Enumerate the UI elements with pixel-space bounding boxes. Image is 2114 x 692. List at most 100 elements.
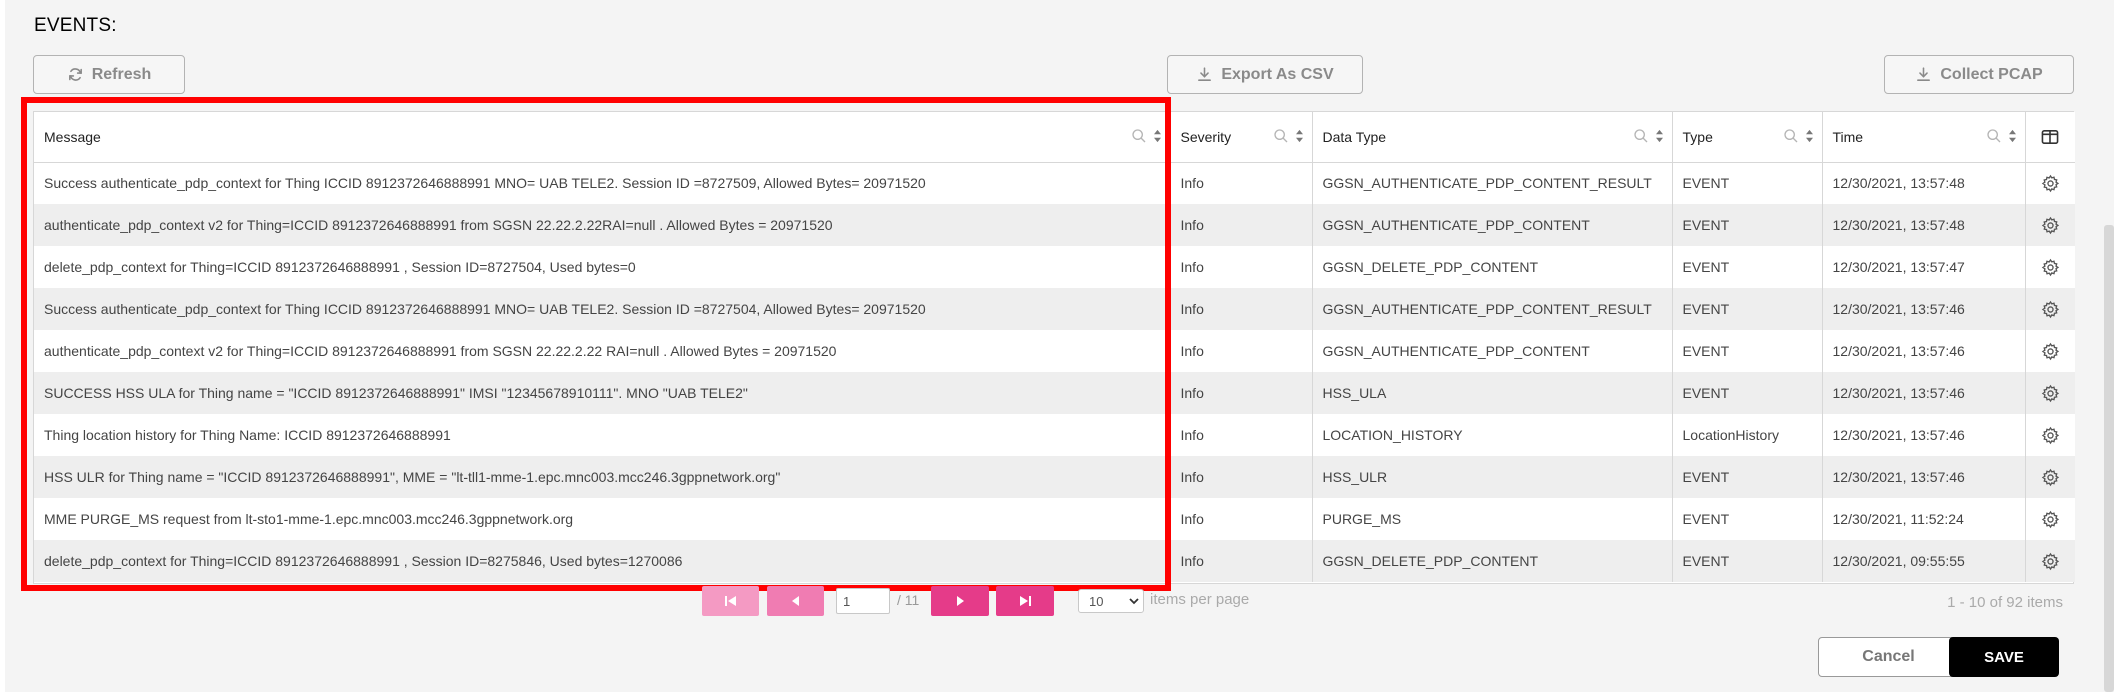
table-row[interactable]: MME PURGE_MS request from lt-sto1-mme-1.… <box>34 498 2075 540</box>
cell-severity: Info <box>1170 288 1313 330</box>
page-scrollbar[interactable] <box>2104 225 2114 692</box>
export-csv-button[interactable]: Export As CSV <box>1167 55 1363 94</box>
per-page-label: items per page <box>1150 591 1250 608</box>
cell-type: EVENT <box>1672 246 1823 288</box>
next-page-icon <box>957 596 964 606</box>
cell-severity: Info <box>1170 372 1313 414</box>
row-settings-button[interactable] <box>2025 372 2075 414</box>
events-table: Message Severity Data Type Type Time Suc… <box>34 112 2075 582</box>
cell-type: EVENT <box>1672 330 1823 372</box>
cell-time: 12/30/2021, 13:57:47 <box>1822 246 2026 288</box>
gear-icon <box>2041 342 2059 360</box>
save-button[interactable]: SAVE <box>1949 637 2059 677</box>
table-row[interactable]: SUCCESS HSS ULA for Thing name = "ICCID … <box>34 372 2075 414</box>
table-row[interactable]: HSS ULR for Thing name = "ICCID 89123726… <box>34 456 2075 498</box>
refresh-button[interactable]: Refresh <box>33 55 185 94</box>
cell-data-type: GGSN_DELETE_PDP_CONTENT <box>1312 540 1673 582</box>
cell-type: EVENT <box>1672 540 1823 582</box>
table-header-row: Message Severity Data Type Type Time <box>34 112 2075 163</box>
cell-severity: Info <box>1170 246 1313 288</box>
cell-severity: Info <box>1170 162 1313 204</box>
cancel-button[interactable]: Cancel <box>1818 637 1959 677</box>
cell-data-type: GGSN_AUTHENTICATE_PDP_CONTENT_RESULT <box>1312 288 1673 330</box>
cell-severity: Info <box>1170 204 1313 246</box>
gear-icon <box>2041 300 2059 318</box>
search-icon[interactable] <box>1273 128 1289 144</box>
column-header-time[interactable]: Time <box>1822 112 2026 163</box>
sort-icon[interactable] <box>1805 129 1814 143</box>
row-settings-button[interactable] <box>2025 414 2075 456</box>
cell-severity: Info <box>1170 330 1313 372</box>
table-row[interactable]: Success authenticate_pdp_context for Thi… <box>34 288 2075 330</box>
cell-data-type: GGSN_AUTHENTICATE_PDP_CONTENT <box>1312 204 1673 246</box>
columns-icon[interactable] <box>2041 129 2059 145</box>
table-row[interactable]: authenticate_pdp_context v2 for Thing=IC… <box>34 204 2075 246</box>
cell-data-type: GGSN_DELETE_PDP_CONTENT <box>1312 246 1673 288</box>
sort-icon[interactable] <box>1655 129 1664 143</box>
row-settings-button[interactable] <box>2025 246 2075 288</box>
events-grid: Message Severity Data Type Type Time Suc… <box>33 111 2075 584</box>
cell-type: EVENT <box>1672 288 1823 330</box>
cell-data-type: HSS_ULA <box>1312 372 1673 414</box>
row-settings-button[interactable] <box>2025 288 2075 330</box>
per-page-select[interactable]: 10 <box>1078 589 1144 613</box>
table-row[interactable]: delete_pdp_context for Thing=ICCID 89123… <box>34 540 2075 582</box>
table-row[interactable]: Success authenticate_pdp_context for Thi… <box>34 162 2075 204</box>
cell-data-type: LOCATION_HISTORY <box>1312 414 1673 456</box>
download-icon <box>1198 67 1212 81</box>
row-settings-button[interactable] <box>2025 498 2075 540</box>
items-summary: 1 - 10 of 92 items <box>1947 594 2063 611</box>
column-chooser[interactable] <box>2025 112 2075 163</box>
refresh-label: Refresh <box>91 65 152 83</box>
table-row[interactable]: delete_pdp_context for Thing=ICCID 89123… <box>34 246 2075 288</box>
first-page-button[interactable] <box>702 586 759 616</box>
prev-page-button[interactable] <box>767 586 824 616</box>
search-icon[interactable] <box>1986 128 2002 144</box>
gear-icon <box>2041 384 2059 402</box>
cell-message: delete_pdp_context for Thing=ICCID 89123… <box>34 246 1171 288</box>
cell-severity: Info <box>1170 498 1313 540</box>
table-body: Success authenticate_pdp_context for Thi… <box>34 162 2075 582</box>
sort-icon[interactable] <box>1153 129 1162 143</box>
search-icon[interactable] <box>1783 128 1799 144</box>
table-row[interactable]: authenticate_pdp_context v2 for Thing=IC… <box>34 330 2075 372</box>
cell-time: 12/30/2021, 13:57:46 <box>1822 414 2026 456</box>
cell-data-type: GGSN_AUTHENTICATE_PDP_CONTENT_RESULT <box>1312 162 1673 204</box>
sort-icon[interactable] <box>2008 129 2017 143</box>
last-page-button[interactable] <box>996 586 1054 616</box>
export-label: Export As CSV <box>1221 65 1334 83</box>
table-row[interactable]: Thing location history for Thing Name: I… <box>34 414 2075 456</box>
cell-message: SUCCESS HSS ULA for Thing name = "ICCID … <box>34 372 1171 414</box>
row-settings-button[interactable] <box>2025 204 2075 246</box>
cell-time: 12/30/2021, 11:52:24 <box>1822 498 2026 540</box>
row-settings-button[interactable] <box>2025 540 2075 582</box>
cell-message: HSS ULR for Thing name = "ICCID 89123726… <box>34 456 1171 498</box>
gear-icon <box>2041 174 2059 193</box>
cell-message: MME PURGE_MS request from lt-sto1-mme-1.… <box>34 498 1171 540</box>
collect-pcap-button[interactable]: Collect PCAP <box>1884 55 2074 94</box>
column-header-severity[interactable]: Severity <box>1170 112 1313 163</box>
cell-type: EVENT <box>1672 372 1823 414</box>
gear-icon <box>2041 510 2059 528</box>
gear-icon <box>2041 426 2059 444</box>
cell-time: 12/30/2021, 09:55:55 <box>1822 540 2026 582</box>
row-settings-button[interactable] <box>2025 162 2075 204</box>
cell-data-type: GGSN_AUTHENTICATE_PDP_CONTENT <box>1312 330 1673 372</box>
sort-icon[interactable] <box>1295 129 1304 143</box>
row-settings-button[interactable] <box>2025 330 2075 372</box>
cell-time: 12/30/2021, 13:57:46 <box>1822 288 2026 330</box>
column-header-data-type[interactable]: Data Type <box>1312 112 1673 163</box>
search-icon[interactable] <box>1633 128 1649 144</box>
page-input[interactable] <box>836 588 890 614</box>
next-page-button[interactable] <box>931 586 989 616</box>
refresh-icon <box>68 68 82 81</box>
column-header-type[interactable]: Type <box>1672 112 1823 163</box>
row-settings-button[interactable] <box>2025 456 2075 498</box>
search-icon[interactable] <box>1131 128 1147 144</box>
column-header-message[interactable]: Message <box>34 112 1171 163</box>
section-title: EVENTS: <box>34 15 117 36</box>
page-total: / 11 <box>897 592 920 608</box>
pcap-label: Collect PCAP <box>1940 65 2043 83</box>
cell-type: EVENT <box>1672 498 1823 540</box>
cell-time: 12/30/2021, 13:57:46 <box>1822 372 2026 414</box>
